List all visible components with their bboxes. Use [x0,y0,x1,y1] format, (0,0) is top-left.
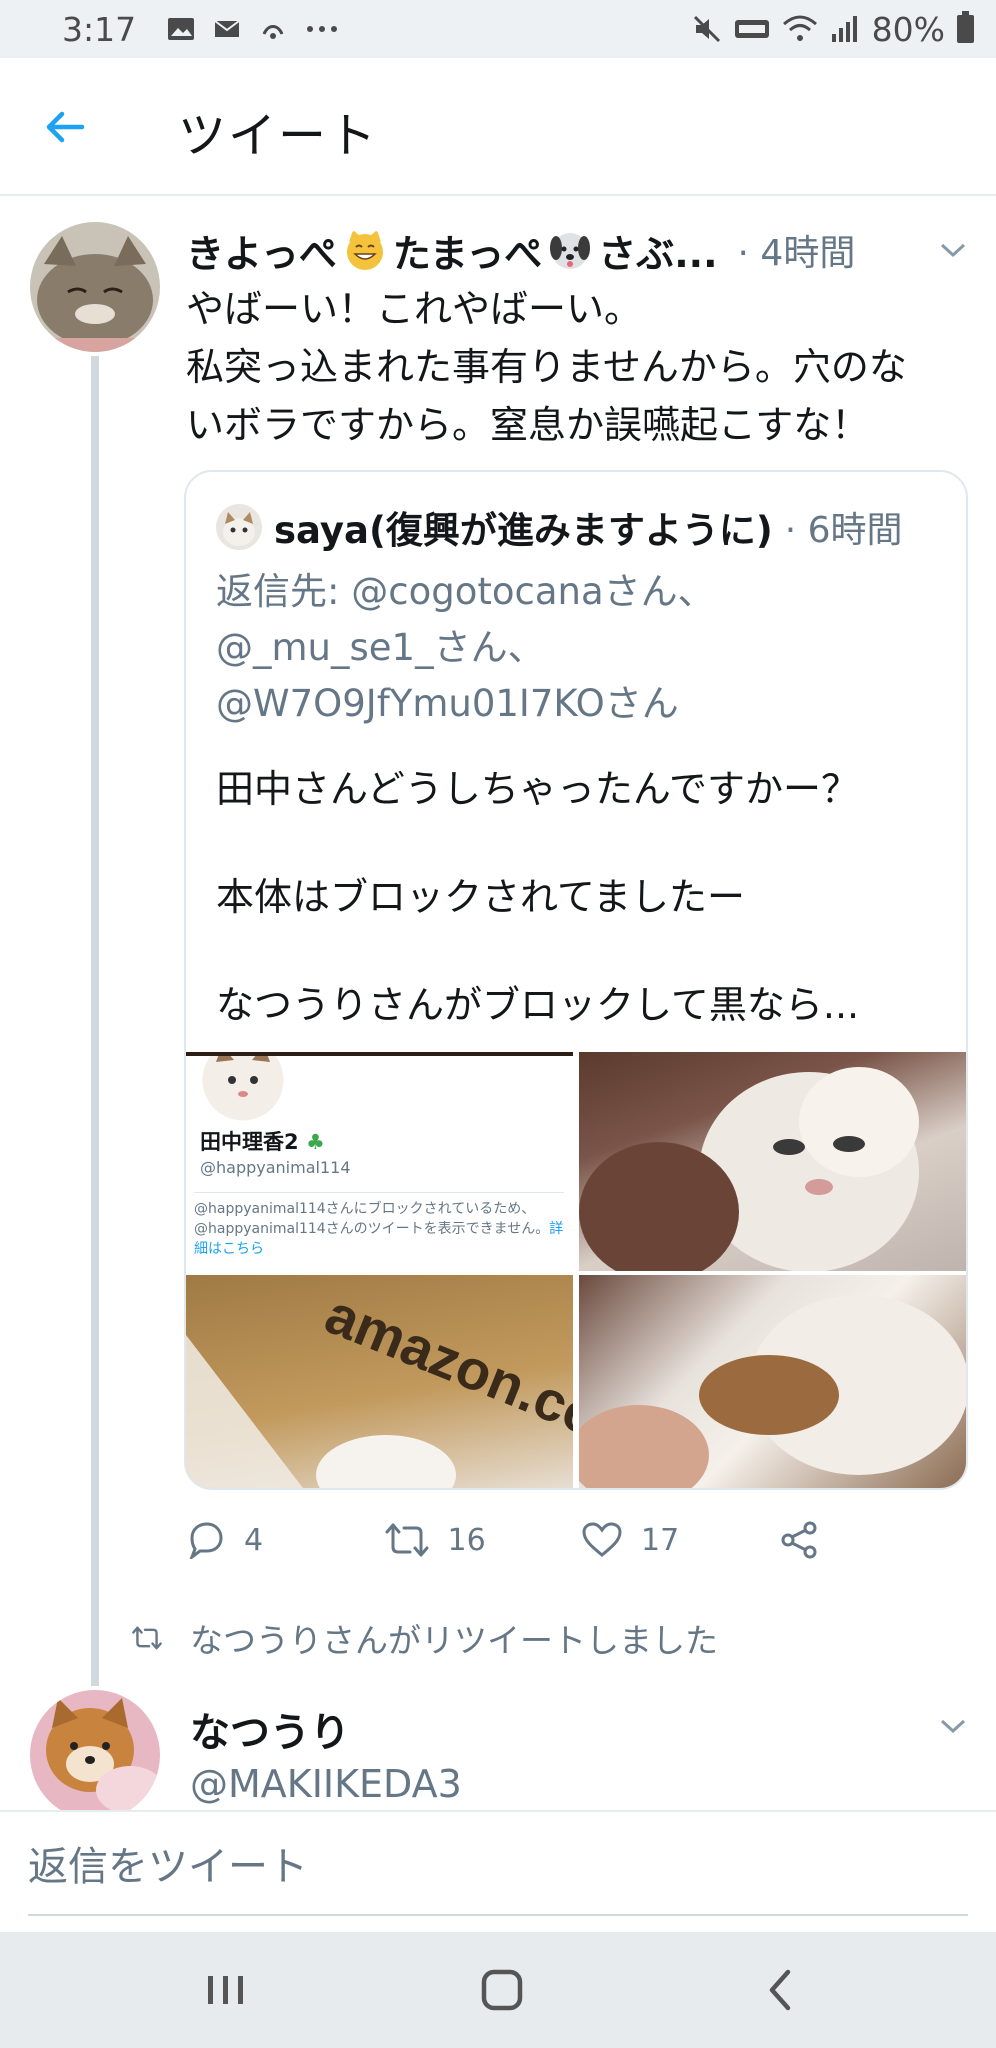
quoted-paragraph: 田中さんどうしちゃったんですかー？ [216,767,859,811]
media-image-blocked-profile[interactable]: 田中理香2 ♣ @happyanimal114 @happyanimal114さ… [186,1052,573,1271]
reply-compose-bar [0,1810,996,1932]
reply-button[interactable]: 4 [186,1521,384,1559]
quoted-paragraph: なつうりさんがブロックして黒なら... [216,983,860,1027]
author-name[interactable]: きよっぺ [186,223,337,278]
home-icon[interactable] [472,1966,532,2014]
profile-avatar-icon [199,1056,287,1122]
tweet-text: やばーい！これやばーい。 私突っ込まれた事有りませんから。穴のな いボラですから… [186,280,976,454]
volte-icon [734,20,769,38]
app-header: ツイート [0,58,996,196]
retweet-count: 16 [447,1522,486,1558]
next-author-handle[interactable]: @MAKIIKEDA3 [190,1762,462,1806]
more-notifications-icon [307,26,338,32]
grinning-cat-emoji-icon [346,230,383,270]
tweet-actions: 4 16 17 [186,1510,976,1570]
share-button[interactable] [779,1520,977,1560]
tweet-menu-chevron-icon[interactable] [938,240,968,260]
tweet-text-line: 私突っ込まれた事有りませんから。穴のな [186,345,907,389]
author-avatar[interactable] [30,222,160,352]
tweet-text-line: やばーい！これやばーい。 [186,287,643,331]
gallery-icon [168,18,195,40]
blocked-message: @happyanimal114さんにブロックされているため、@happyanim… [194,1192,564,1259]
reply-count: 4 [244,1522,264,1558]
tweet-text-line: いボラですから。窒息か誤嚥起こすな！ [186,403,870,447]
next-author-avatar[interactable] [30,1690,160,1820]
mention-link[interactable]: @_mu_se1_さん、 [216,620,956,676]
quoted-tweet-header: saya(復興が進みますように) · 6時間 [216,500,903,554]
reply-prefix: 返信先: [216,570,352,613]
tweet-author-row: きよっぺ たまっぺ さぶ... · 4時間 [186,222,976,278]
author-name-part2[interactable]: たまっぺ [393,223,542,278]
quoted-author-avatar [216,504,262,550]
battery-icon [957,11,974,43]
like-count: 17 [641,1522,680,1558]
mention-link[interactable]: @cogotocanaさん、 [351,570,714,613]
screen: 3:17 80% ツイート きよっぺ たまっぺ さぶ... · 4時間 やばーい… [0,0,996,2048]
retweeted-icon [132,1626,162,1650]
reply-input[interactable] [28,1820,968,1916]
status-bar: 3:17 80% [0,0,996,58]
blocked-profile-handle: @happyanimal114 [200,1158,351,1177]
next-tweet-menu-chevron-icon[interactable] [938,1716,968,1736]
quoted-tweet-time: · 6時間 [784,510,903,551]
blocked-profile-name: 田中理香2 ♣ [200,1130,325,1154]
reply-to-mentions: 返信先: @cogotocanaさん、 @_mu_se1_さん、 @W7O9Jf… [216,564,956,732]
back-nav-icon[interactable] [752,1966,812,2014]
status-time: 3:17 [62,9,137,49]
quoted-paragraph: 本体はブロックされてましたー [216,875,745,919]
wifi-icon [782,15,817,41]
author-name-part3[interactable]: さぶ... [598,223,717,278]
media-image-kitten-feeding[interactable] [579,1275,966,1488]
quoted-tweet-text: 田中さんどうしちゃったんですかー？ 本体はブロックされてましたー なつうりさんが… [216,762,956,1086]
signal-icon [831,16,857,42]
retweet-notice: なつうりさんがリツイートしました [130,1614,718,1662]
recent-apps-icon[interactable] [196,1966,256,2014]
retweet-notice-text: なつうりさんがリツイートしました [190,1621,718,1660]
mute-icon [693,15,720,43]
reply-icon [189,1522,223,1559]
back-arrow-icon[interactable] [40,102,90,152]
page-title: ツイート [178,108,379,164]
quoted-author-name: saya(復興が進みますように) [274,509,773,552]
next-author-name[interactable]: なつうり [190,1700,350,1758]
mention-link[interactable]: @W7O9JfYmu01I7KOさん [216,676,956,732]
media-grid: 田中理香2 ♣ @happyanimal114 @happyanimal114さ… [186,1052,966,1488]
battery-percent: 80% [871,9,945,49]
dog-face-emoji-icon [550,233,591,269]
status-right: 80% [692,10,974,49]
media-image-amazon-box[interactable]: amazon.co.jp [186,1275,573,1488]
mail-icon [214,20,240,37]
heart-icon [582,1522,622,1557]
like-button[interactable]: 17 [581,1521,779,1559]
retweet-button[interactable]: 16 [384,1521,582,1559]
clover-icon: ♣ [305,1130,325,1154]
share-icon [781,1521,816,1559]
retweet-icon [385,1523,428,1557]
media-image-kitten-held[interactable] [579,1052,966,1271]
missed-call-icon [262,25,284,39]
thread-connector-line [91,356,99,1686]
tweet-time: · 4時間 [737,233,856,274]
system-nav-bar [0,1932,996,2048]
quoted-tweet-card[interactable]: saya(復興が進みますように) · 6時間 返信先: @cogotocanaさ… [184,470,968,1490]
